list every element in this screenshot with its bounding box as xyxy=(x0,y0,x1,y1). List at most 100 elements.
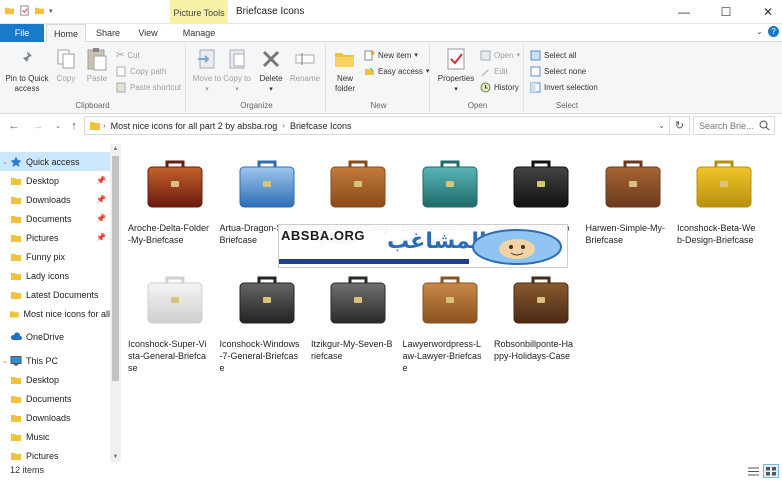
tab-file[interactable]: File xyxy=(0,24,44,42)
delete-icon xyxy=(262,50,280,68)
pin-icon[interactable]: 📌 xyxy=(96,214,106,223)
file-list: Aroche-Delta-Folder-My-Briefcase Artua-Dr… xyxy=(128,144,782,462)
file-thumbnail xyxy=(598,148,668,218)
details-view-button[interactable] xyxy=(745,464,761,478)
breadcrumb-current[interactable]: Briefcase Icons xyxy=(287,121,355,131)
file-item[interactable]: Lawyerwordpress-Law-Lawyer-Briefcase xyxy=(403,264,485,374)
scroll-up-icon[interactable]: ▲ xyxy=(110,144,121,154)
search-box[interactable]: Search Brie... xyxy=(693,116,775,135)
new-group: New folder New item ▾ Easy access ▾ New xyxy=(328,44,430,112)
rename-button[interactable]: Rename xyxy=(288,46,322,84)
easy-access-button[interactable]: Easy access ▾ xyxy=(364,64,429,78)
search-input[interactable]: Search Brie... xyxy=(699,121,754,131)
briefcase-icon xyxy=(147,276,203,324)
forward-button[interactable]: → xyxy=(30,118,46,134)
properties-button[interactable]: Properties ▾ xyxy=(434,46,478,95)
scrollbar-thumb[interactable] xyxy=(112,156,119,381)
pin-icon[interactable]: 📌 xyxy=(96,233,106,242)
select-all-icon xyxy=(530,50,541,60)
help-icon[interactable]: ? xyxy=(768,26,779,37)
nav-quick-item[interactable]: Downloads 📌 xyxy=(0,190,110,209)
paste-shortcut-button[interactable]: Paste shortcut xyxy=(116,80,181,94)
nav-scrollbar[interactable]: ▲ ▼ xyxy=(110,144,121,462)
refresh-button[interactable]: ↻ xyxy=(670,116,690,135)
nav-pc-item[interactable]: Desktop xyxy=(0,370,110,389)
file-item[interactable]: Iconshock-Windows-7-General-Briefcase xyxy=(220,264,302,374)
refresh-icon: ↻ xyxy=(674,120,685,132)
new-item-button[interactable]: New item ▾ xyxy=(364,48,418,62)
details-view-icon xyxy=(747,467,759,475)
up-button[interactable]: ↑ xyxy=(66,118,82,134)
edit-button[interactable]: Edit xyxy=(480,64,508,78)
nav-quick-access[interactable]: ⌄ Quick access xyxy=(0,152,110,171)
tab-home[interactable]: Home xyxy=(46,24,86,43)
tab-manage[interactable]: Manage xyxy=(172,24,226,42)
nav-quick-item[interactable]: Desktop 📌 xyxy=(0,171,110,190)
address-bar[interactable]: › Most nice icons for all part 2 by absb… xyxy=(84,116,670,135)
select-none-button[interactable]: Select none xyxy=(530,64,586,78)
breadcrumb-separator-icon: › xyxy=(282,121,285,130)
file-item[interactable]: Harwen-Simple-My-Briefcase xyxy=(586,148,668,246)
chevron-down-icon[interactable]: ⌄ xyxy=(0,158,10,166)
breadcrumb-parent[interactable]: Most nice icons for all part 2 by absba.… xyxy=(108,121,281,131)
nav-pc-item[interactable]: Documents xyxy=(0,389,110,408)
nav-quick-item[interactable]: Funny pix xyxy=(0,247,110,266)
large-icons-view-button[interactable] xyxy=(763,464,779,478)
file-item[interactable]: Iconshock-Beta-Web-Design-Briefcase xyxy=(677,148,759,246)
copy-button[interactable]: Copy xyxy=(52,46,80,84)
folder-icon xyxy=(11,196,21,204)
new-group-label: New xyxy=(370,101,387,110)
invert-selection-button[interactable]: Invert selection xyxy=(530,80,598,94)
chevron-down-icon[interactable]: ⌄ xyxy=(0,357,10,365)
maximize-button[interactable]: ☐ xyxy=(704,0,748,24)
nav-quick-item[interactable]: Latest Documents xyxy=(0,285,110,304)
pin-to-quick-access-button[interactable]: Pin to Quick access xyxy=(4,46,50,94)
nav-pc-item[interactable]: Music xyxy=(0,427,110,446)
new-folder-button[interactable]: New folder xyxy=(330,46,360,94)
briefcase-icon xyxy=(605,160,660,208)
chevron-down-icon[interactable]: ⌄ xyxy=(658,121,665,130)
close-button[interactable]: ✕ xyxy=(746,0,782,24)
open-button[interactable]: Open ▾ xyxy=(480,48,520,62)
chevron-down-icon[interactable]: ▾ xyxy=(49,7,53,15)
copy-to-button[interactable]: Copy to ▾ xyxy=(222,46,252,95)
nav-this-pc[interactable]: ⌄ This PC xyxy=(0,351,110,370)
file-item[interactable]: Iconshock-Super-Vista-General-Briefcase xyxy=(128,264,210,374)
move-to-button[interactable]: Move to ▾ xyxy=(192,46,222,95)
nav-quick-item[interactable]: Documents 📌 xyxy=(0,209,110,228)
tab-share[interactable]: Share xyxy=(90,24,126,42)
history-button[interactable]: History xyxy=(480,80,519,94)
nav-quick-item[interactable]: Most nice icons for all xyxy=(0,304,110,323)
scroll-down-icon[interactable]: ▼ xyxy=(110,452,121,462)
file-item[interactable]: Itzikgur-My-Seven-Briefcase xyxy=(311,264,393,362)
pin-icon[interactable]: 📌 xyxy=(96,195,106,204)
properties-icon[interactable] xyxy=(19,5,30,16)
tab-view[interactable]: View xyxy=(130,24,166,42)
recent-locations-button[interactable]: ⌄ xyxy=(50,118,66,134)
cut-button[interactable]: ✂ Cut xyxy=(116,48,140,62)
briefcase-icon xyxy=(696,160,752,208)
new-folder-icon[interactable] xyxy=(34,5,45,16)
file-name: Iconshock-Super-Vista-General-Briefcase xyxy=(128,339,207,373)
nav-onedrive[interactable]: OneDrive xyxy=(0,327,110,346)
nav-quick-item[interactable]: Lady icons xyxy=(0,266,110,285)
file-item[interactable]: Robsonbillponte-Happy-Holidays-Case xyxy=(494,264,576,362)
folder-icon xyxy=(4,7,15,15)
copy-path-button[interactable]: Copy path xyxy=(116,64,166,78)
paste-button[interactable]: Paste xyxy=(82,46,112,84)
pin-icon[interactable]: 📌 xyxy=(96,176,106,185)
file-name: Iconshock-Windows-7-General-Briefcase xyxy=(219,339,300,373)
nav-pc-item[interactable]: Downloads xyxy=(0,408,110,427)
select-all-button[interactable]: Select all xyxy=(530,48,576,62)
computer-icon xyxy=(10,355,22,365)
back-button[interactable]: ← xyxy=(6,118,22,134)
file-item[interactable]: Aroche-Delta-Folder-My-Briefcase xyxy=(128,148,210,246)
edit-icon xyxy=(482,68,489,76)
delete-button[interactable]: Delete ▾ xyxy=(256,46,286,95)
watermark-text: ABSBA.ORG xyxy=(281,228,365,243)
minimize-button[interactable]: — xyxy=(662,0,706,24)
easy-access-icon xyxy=(365,67,374,75)
nav-quick-item[interactable]: Pictures 📌 xyxy=(0,228,110,247)
ribbon-tabs: File Home Share View Manage ⌄ ? xyxy=(0,24,782,43)
chevron-down-icon[interactable]: ⌄ xyxy=(756,27,763,36)
